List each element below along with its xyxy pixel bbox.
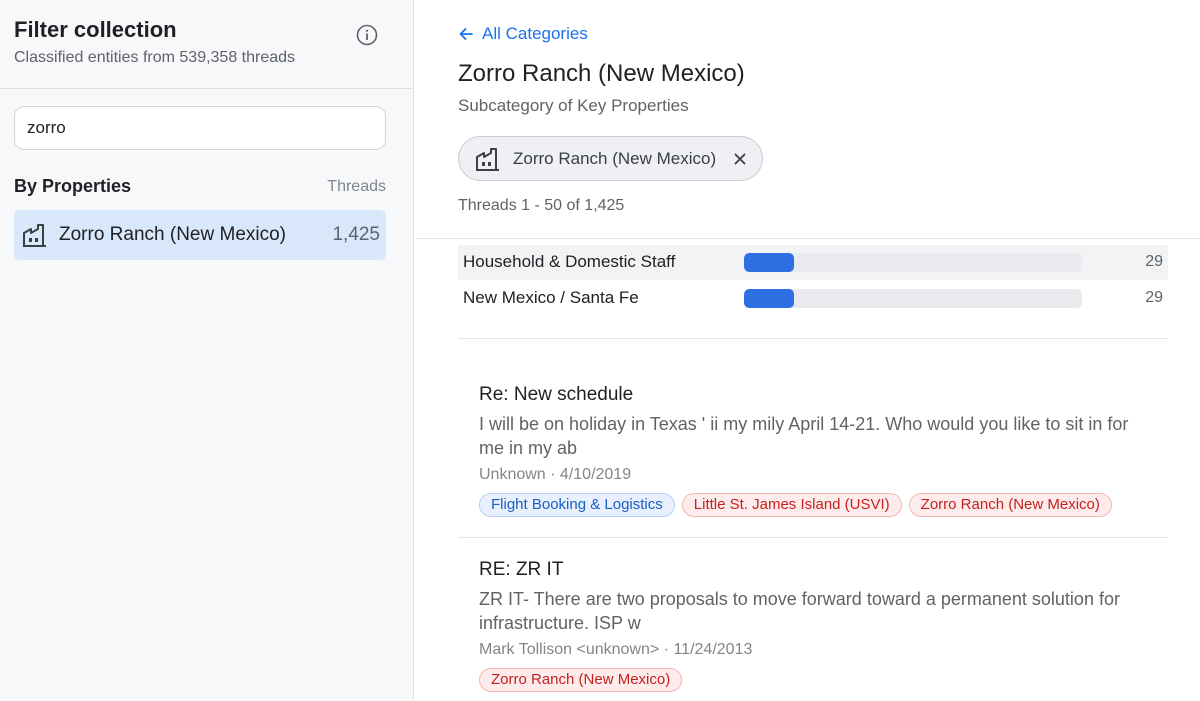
sidebar-header: Filter collection Classified entities fr… [0, 0, 413, 89]
stat-count: 29 [1145, 289, 1163, 306]
property-item-zorro-ranch[interactable]: Zorro Ranch (New Mexico) 1,425 [14, 210, 386, 260]
stat-bar-track [744, 289, 1082, 308]
info-icon[interactable] [356, 24, 378, 46]
thread-snippet: ZR IT- There are two proposals to move f… [479, 589, 1120, 633]
threads-column-label: Threads [327, 178, 386, 195]
stat-label: New Mexico / Santa Fe [463, 288, 639, 307]
stat-bar-fill [744, 253, 795, 272]
sidebar-subtitle: Classified entities from 539,358 threads [14, 49, 296, 66]
thread-tags: Flight Booking & Logistics Little St. Ja… [479, 493, 1112, 517]
back-link-label: All Categories [482, 24, 588, 43]
building-icon [476, 148, 499, 171]
sidebar-title: Filter collection [14, 17, 177, 42]
search-input[interactable] [14, 106, 386, 150]
thread-meta: Unknown · 4/10/2019 [479, 466, 632, 483]
tag-zorro-ranch[interactable]: Zorro Ranch (New Mexico) [479, 668, 683, 692]
thread-title: RE: ZR IT [479, 559, 564, 580]
property-item-label: Zorro Ranch (New Mexico) [59, 224, 286, 245]
stat-count: 29 [1145, 253, 1163, 270]
stat-row-new-mexico-santa-fe[interactable]: New Mexico / Santa Fe 29 [458, 281, 1168, 316]
tag-zorro-ranch[interactable]: Zorro Ranch (New Mexico) [908, 493, 1112, 517]
active-filter-label: Zorro Ranch (New Mexico) [513, 149, 717, 168]
thread-count: Threads 1 - 50 of 1,425 [458, 197, 625, 214]
thread-snippet: I will be on holiday in Texas ' ii my mi… [479, 414, 1129, 458]
tag-flight-booking[interactable]: Flight Booking & Logistics [479, 493, 675, 517]
thread-item[interactable]: RE: ZR IT ZR IT- There are two proposals… [458, 559, 1168, 699]
stat-row-household-staff[interactable]: Household & Domestic Staff 29 [458, 245, 1168, 280]
list-divider [458, 338, 1168, 339]
properties-section-header: By Properties Threads [14, 176, 386, 200]
thread-tags: Zorro Ranch (New Mexico) [479, 668, 683, 692]
property-item-count: 1,425 [332, 224, 380, 245]
thread-item[interactable]: Re: New schedule I will be on holiday in… [458, 384, 1168, 524]
filter-sidebar: Filter collection Classified entities fr… [0, 0, 414, 701]
close-icon[interactable] [729, 148, 751, 170]
building-icon [23, 224, 46, 247]
stat-label: Household & Domestic Staff [463, 252, 676, 271]
thread-title: Re: New schedule [479, 384, 634, 405]
main-panel: All Categories Zorro Ranch (New Mexico) … [415, 0, 1200, 701]
thread-meta: Mark Tollison <unknown> · 11/24/2013 [479, 641, 753, 658]
arrow-left-icon [459, 28, 473, 40]
page-title: Zorro Ranch (New Mexico) [458, 60, 745, 87]
stat-bar-fill [744, 289, 795, 308]
thread-divider [458, 537, 1168, 538]
all-categories-link[interactable]: All Categories [458, 22, 588, 46]
page-subtitle: Subcategory of Key Properties [458, 96, 689, 115]
active-filter-chip: Zorro Ranch (New Mexico) [458, 136, 763, 181]
stat-bar-track [744, 253, 1082, 272]
section-title: By Properties [14, 176, 132, 196]
header-divider [415, 238, 1200, 239]
tag-little-st-james[interactable]: Little St. James Island (USVI) [681, 493, 902, 517]
